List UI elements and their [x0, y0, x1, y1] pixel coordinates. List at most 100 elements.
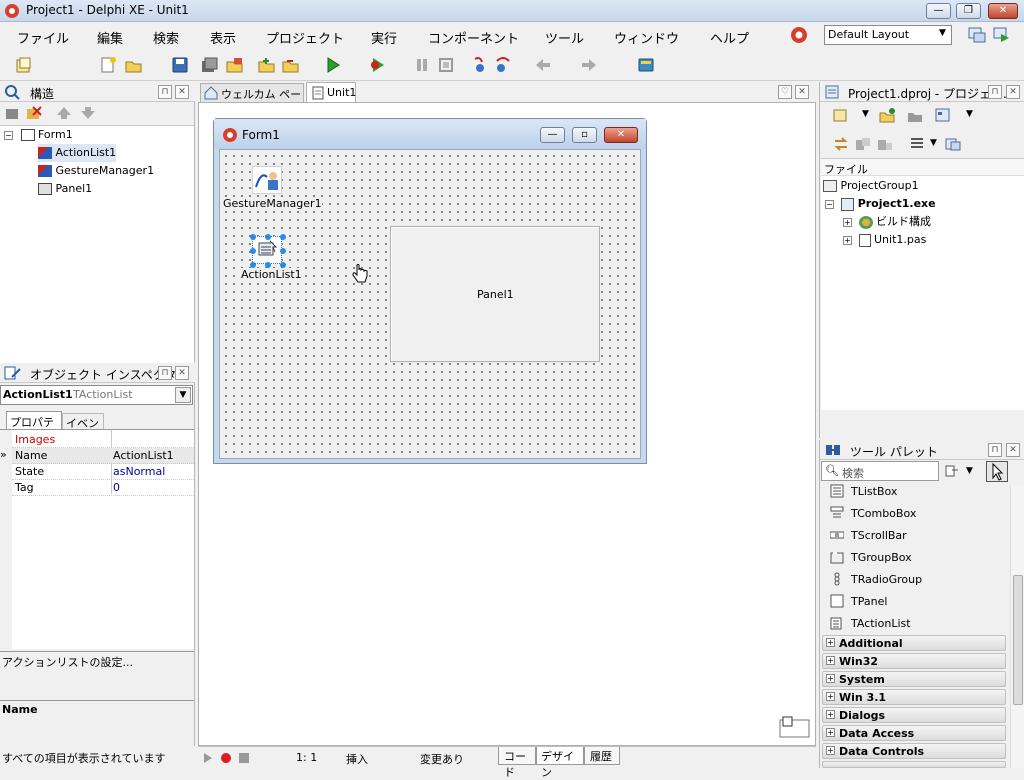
open-project-file-icon[interactable] [225, 56, 245, 74]
add-new-project-icon[interactable] [878, 107, 896, 123]
debug-desktop-icon[interactable] [992, 26, 1012, 44]
menu-project[interactable]: プロジェクト [266, 28, 344, 47]
palette-item-tlistbox[interactable]: TListBox [820, 481, 1008, 503]
panel-close-button[interactable]: ✕ [175, 366, 189, 380]
form-maximize-button[interactable]: ▫ [572, 127, 597, 143]
record-macro-icon[interactable] [220, 752, 232, 764]
palette-category-partial[interactable] [822, 761, 1006, 768]
collapse-icon[interactable]: − [825, 199, 834, 209]
arrow-right-icon[interactable] [579, 56, 599, 74]
tab-close-button[interactable]: ✕ [795, 85, 809, 99]
form-minimize-button[interactable]: — [540, 127, 565, 143]
tree-item-unit1pas[interactable]: + Unit1.pas [843, 231, 926, 249]
gesture-manager-component[interactable] [252, 166, 282, 194]
design-surface[interactable]: Form1 — ▫ ✕ GestureManager1 ActionList1 … [198, 102, 816, 746]
palette-category-data-controls[interactable]: + Data Controls [822, 743, 1006, 759]
menu-tools[interactable]: ツール [545, 28, 584, 47]
palette-category-win31[interactable]: + Win 3.1 [822, 689, 1006, 705]
play-macro-icon[interactable] [203, 753, 213, 763]
panel-close-button[interactable]: ✕ [1006, 443, 1020, 457]
property-row-tag[interactable]: Tag 0 [12, 480, 194, 496]
activate-icon[interactable] [832, 107, 850, 123]
property-row-images[interactable]: Images [12, 432, 194, 448]
selection-handle[interactable] [280, 234, 286, 240]
tree-item-actionlist1[interactable]: ActionList1 [38, 144, 117, 162]
palette-category-additional[interactable]: + Additional [822, 635, 1006, 651]
palette-item-tgroupbox[interactable]: TGroupBox [820, 547, 1008, 569]
trace-into-icon[interactable] [470, 56, 490, 74]
chevron-down-icon[interactable]: ▼ [175, 387, 191, 403]
new-item-icon[interactable] [4, 105, 22, 121]
sync-icon[interactable] [832, 136, 850, 152]
palette-item-tscrollbar[interactable]: TScrollBar [820, 525, 1008, 547]
arrow-down-icon[interactable] [80, 105, 96, 121]
form-client-area[interactable]: GestureManager1 ActionList1 Panel1 [219, 149, 641, 459]
menu-edit[interactable]: 編集 [97, 28, 123, 47]
tree-item-project1exe[interactable]: − Project1.exe [825, 195, 936, 213]
project-column-header[interactable]: ファイル [821, 159, 1024, 176]
pointer-tool-button[interactable] [986, 461, 1008, 482]
form-window[interactable]: Form1 — ▫ ✕ GestureManager1 ActionList1 … [213, 118, 647, 464]
collapse-all-icon[interactable] [876, 136, 894, 152]
scrollbar-thumb[interactable] [1013, 575, 1023, 705]
run-icon[interactable] [323, 56, 343, 74]
selection-handle[interactable] [265, 234, 271, 240]
panel1-component[interactable]: Panel1 [390, 226, 600, 362]
palette-item-tcombobox[interactable]: TComboBox [820, 503, 1008, 525]
layout-select[interactable]: Default Layout ▼ [824, 25, 952, 45]
pin-button[interactable]: ⊓ [988, 443, 1002, 457]
tab-events[interactable]: イベント [62, 413, 104, 446]
tree-item-projectgroup1[interactable]: ProjectGroup1 [823, 177, 919, 195]
expand-icon[interactable] [854, 136, 872, 152]
palette-category-dialogs[interactable]: + Dialogs [822, 707, 1006, 723]
collapse-icon[interactable]: − [4, 130, 13, 140]
palette-search-field[interactable]: 🔍︎ 検索 [821, 461, 939, 481]
view-icon[interactable] [934, 107, 952, 123]
tab-list-button[interactable]: ♡ [778, 85, 792, 99]
save-icon[interactable] [170, 56, 190, 74]
chevron-down-icon[interactable]: ▼ [862, 109, 869, 119]
tab-welcome-page[interactable]: ウェルカム ページ [200, 83, 304, 117]
stop-icon[interactable] [437, 56, 457, 74]
property-row-state[interactable]: State asNormal [12, 464, 194, 480]
remove-project-icon[interactable] [906, 107, 924, 123]
tab-unit1[interactable]: Unit1 [306, 82, 356, 103]
tree-item-gesturemanager1[interactable]: GestureManager1 [38, 162, 154, 180]
step-over-icon[interactable] [493, 56, 513, 74]
menu-run[interactable]: 実行 [371, 28, 397, 47]
property-value[interactable]: ActionList1 [113, 449, 174, 462]
expand-icon[interactable]: + [843, 235, 852, 245]
categories-icon[interactable] [944, 464, 960, 478]
save-desktop-icon[interactable] [967, 26, 987, 44]
tree-item-panel1[interactable]: Panel1 [38, 180, 92, 198]
pause-icon[interactable] [412, 56, 432, 74]
tab-history[interactable]: 履歴 [584, 747, 620, 765]
run-without-debug-icon[interactable] [368, 56, 388, 74]
open-icon[interactable] [124, 56, 144, 74]
pin-button[interactable]: ⊓ [158, 366, 172, 380]
add-to-project-icon[interactable] [257, 56, 277, 74]
menu-file[interactable]: ファイル [17, 28, 69, 47]
pin-button[interactable]: ⊓ [158, 85, 172, 99]
save-all-icon[interactable] [200, 56, 220, 74]
chevron-down-icon[interactable]: ▼ [966, 466, 973, 476]
hint-pane[interactable]: アクションリストの設定... [0, 651, 194, 699]
help-book-icon[interactable] [636, 56, 656, 74]
menu-window[interactable]: ウィンドウ [614, 28, 679, 47]
panel-close-button[interactable]: ✕ [175, 85, 189, 99]
palette-item-tradiogroup[interactable]: TRadioGroup [820, 569, 1008, 591]
chevron-down-icon[interactable]: ▼ [930, 138, 937, 148]
list-icon[interactable] [908, 136, 926, 152]
menu-help[interactable]: ヘルプ [710, 28, 749, 47]
tab-properties[interactable]: プロパティ [6, 411, 62, 445]
selection-handle[interactable] [250, 248, 256, 254]
form-close-button[interactable]: ✕ [604, 127, 638, 143]
tree-item-build-config[interactable]: + ビルド構成 [843, 213, 931, 231]
remove-from-project-icon[interactable] [281, 56, 301, 74]
stop-macro-icon[interactable] [238, 752, 250, 764]
property-value[interactable]: 0 [113, 481, 120, 494]
selection-handle[interactable] [280, 248, 286, 254]
minimize-button[interactable]: — [926, 3, 951, 19]
menu-view[interactable]: 表示 [210, 28, 236, 47]
delete-item-icon[interactable] [25, 105, 43, 121]
